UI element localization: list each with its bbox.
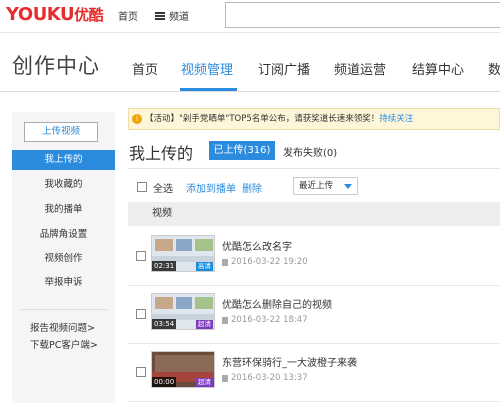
video-thumbnail[interactable]: 02:31 高清	[151, 235, 215, 272]
tab-channel-operation[interactable]: 频道运营	[334, 59, 386, 78]
sort-select-value: 最近上传	[299, 181, 334, 191]
video-date: 2016-03-20 13:37	[222, 373, 308, 383]
video-duration: 03:54	[152, 319, 177, 329]
top-home-link[interactable]: 首页	[118, 8, 138, 23]
sidebar-item-my-favorites[interactable]: 我收藏的	[12, 175, 115, 195]
video-title[interactable]: 优酷怎么改名字	[222, 238, 292, 253]
video-date: 2016-03-22 18:47	[222, 315, 308, 325]
report-video-issue-link[interactable]: 报告视频问题>	[30, 320, 95, 334]
activity-notice: i 【活动】"剁手党晒单"TOP5名单公布，请获奖道长速来领奖！持续关注	[128, 108, 500, 130]
select-all-label[interactable]: 全选	[153, 180, 173, 195]
video-date-text: 2016-03-22 19:20	[231, 257, 308, 267]
video-date-text: 2016-03-22 18:47	[231, 315, 308, 325]
search-input[interactable]	[225, 2, 500, 28]
creator-header: 创作中心 首页 视频管理 订阅广播 频道运营 结算中心 数	[0, 34, 500, 92]
file-icon	[222, 316, 228, 324]
youku-logo[interactable]: YOUKU优酷	[6, 4, 104, 25]
file-icon	[222, 258, 228, 266]
select-all-checkbox[interactable]	[137, 182, 147, 192]
row-checkbox[interactable]	[136, 251, 146, 261]
quality-badge: 超清	[196, 378, 213, 387]
logo-zh: 优酷	[74, 6, 104, 24]
logo-latin: YOUKU	[6, 4, 75, 25]
sidebar: 上传视频 我上传的 我收藏的 我的播单 品牌角设置 视频创作 举报申诉 报告视频…	[12, 112, 115, 403]
video-thumbnail[interactable]: 03:54 超清	[151, 293, 215, 330]
sidebar-item-my-playlists[interactable]: 我的播单	[12, 200, 115, 220]
sidebar-item-my-uploads[interactable]: 我上传的	[12, 150, 115, 170]
active-tab-indicator	[180, 88, 237, 91]
tab-publish-failed[interactable]: 发布失败(0)	[283, 144, 337, 159]
top-channel-label: 频道	[169, 12, 189, 23]
video-title[interactable]: 优酷怎么删除自己的视频	[222, 296, 332, 311]
tab-uploaded[interactable]: 已上传(316)	[209, 141, 275, 160]
video-duration: 02:31	[152, 261, 177, 271]
sidebar-item-video-creation[interactable]: 视频创作	[12, 249, 115, 269]
chevron-down-icon	[344, 184, 352, 189]
video-column-header: 视频	[128, 202, 500, 226]
tab-subscription-broadcast[interactable]: 订阅广播	[258, 59, 310, 78]
upload-video-button[interactable]: 上传视频	[24, 122, 98, 142]
video-title[interactable]: 东营环保骑行_一大波橙子来袭	[222, 354, 357, 369]
notice-follow-link[interactable]: 持续关注	[379, 114, 413, 124]
row-checkbox[interactable]	[136, 309, 146, 319]
add-to-playlist-button[interactable]: 添加到播单	[186, 180, 236, 195]
tab-video-management[interactable]: 视频管理	[181, 59, 233, 78]
tab-settlement-center[interactable]: 结算中心	[412, 59, 464, 78]
video-duration: 00:00	[152, 377, 177, 387]
page-brand-title: 创作中心	[12, 54, 100, 78]
row-checkbox[interactable]	[136, 367, 146, 377]
file-icon	[222, 374, 228, 382]
video-thumbnail[interactable]: 00:00 超清	[151, 351, 215, 388]
quality-badge: 高清	[196, 262, 213, 271]
menu-icon	[155, 11, 165, 20]
quality-badge: 超清	[196, 320, 213, 329]
delete-button[interactable]: 删除	[242, 180, 262, 195]
video-row[interactable]: 03:54 超清 优酷怎么删除自己的视频 2016-03-22 18:47	[128, 288, 500, 344]
sidebar-item-report-appeal[interactable]: 举报申诉	[12, 273, 115, 293]
download-pc-client-link[interactable]: 下载PC客户端>	[30, 337, 98, 351]
tab-home[interactable]: 首页	[132, 59, 158, 78]
content-title: 我上传的	[129, 144, 194, 163]
top-channel-menu[interactable]: 频道	[155, 8, 189, 23]
video-date-text: 2016-03-20 13:37	[231, 373, 308, 383]
sidebar-divider	[20, 309, 108, 310]
notice-icon: i	[132, 114, 142, 124]
sidebar-item-brand-corner[interactable]: 品牌角设置	[12, 225, 115, 245]
list-toolbar: 全选 添加到播单 删除 最近上传	[128, 168, 500, 202]
notice-text: 【活动】"剁手党晒单"TOP5名单公布，请获奖道长速来领奖！	[145, 114, 380, 124]
tab-data[interactable]: 数	[488, 59, 500, 78]
video-date: 2016-03-22 19:20	[222, 257, 308, 267]
video-row[interactable]: 02:31 高清 优酷怎么改名字 2016-03-22 19:20	[128, 230, 500, 286]
video-row[interactable]: 00:00 超清 东营环保骑行_一大波橙子来袭 2016-03-20 13:37	[128, 346, 500, 402]
sort-select[interactable]: 最近上传	[293, 177, 358, 195]
top-bar: YOUKU优酷 首页 频道	[0, 0, 500, 33]
